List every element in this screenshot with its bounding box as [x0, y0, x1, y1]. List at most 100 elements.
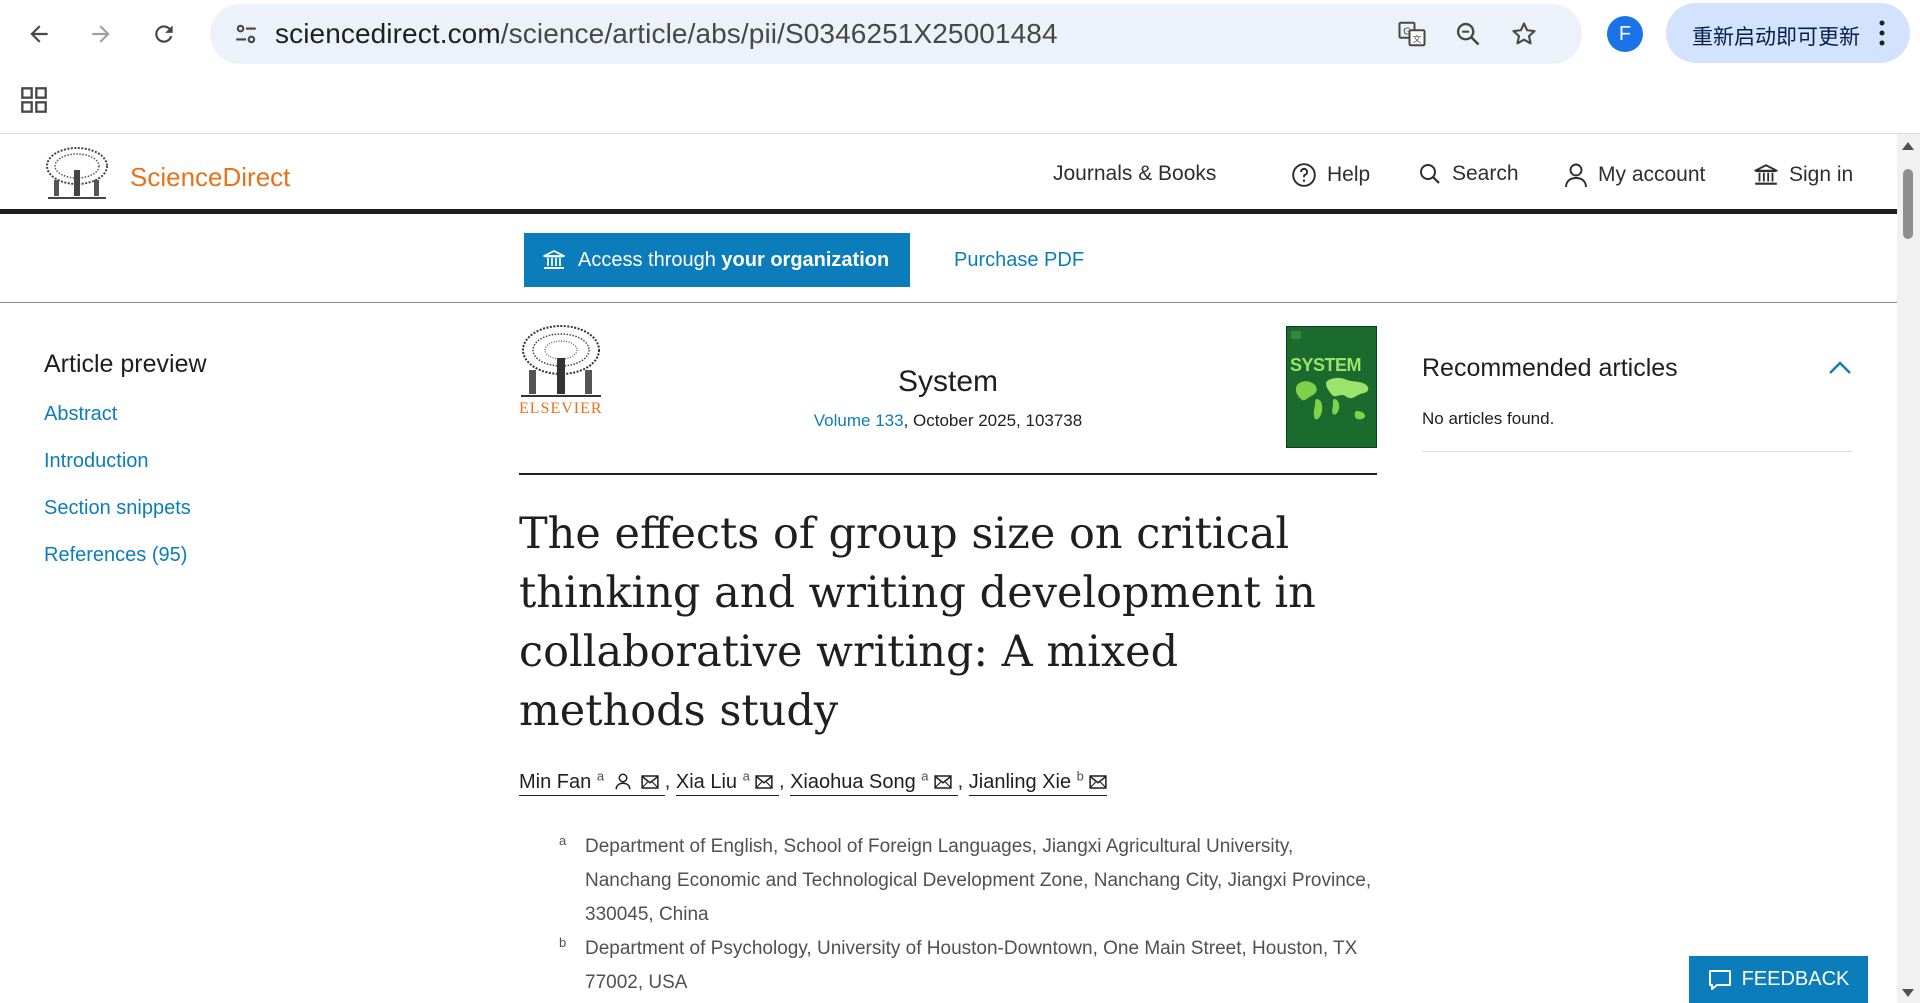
access-button-label: Access through your organization	[578, 249, 889, 272]
update-button[interactable]: 重新启动即可更新	[1666, 3, 1910, 63]
date-article-number: , October 2025, 103738	[903, 411, 1083, 430]
affiliation-list: a Department of English, School of Forei…	[559, 830, 1377, 1000]
reload-icon	[155, 25, 173, 43]
search-link[interactable]: Search	[1418, 162, 1519, 186]
author-list: Min Fan a , Xia Liu a , Xiaohua Song a ,…	[519, 768, 1108, 796]
recommended-title: Recommended articles	[1422, 354, 1678, 382]
sign-in-label: Sign in	[1789, 163, 1854, 186]
email-icon	[934, 774, 952, 789]
nav-introduction[interactable]: Introduction	[44, 450, 444, 473]
access-prefix: Access through	[578, 248, 722, 271]
author-name: Xia Liu	[675, 770, 738, 793]
profile-avatar[interactable]: F	[1607, 16, 1643, 52]
recommended-empty-message: No articles found.	[1422, 409, 1555, 428]
affiliation-text: Department of Psychology, University of …	[585, 938, 1358, 993]
access-bar: Access through your organization Purchas…	[0, 219, 1897, 303]
scroll-down-arrow-icon[interactable]	[1902, 989, 1914, 997]
access-bold: your organization	[721, 248, 890, 271]
apps-grid-icon[interactable]	[20, 86, 48, 114]
back-button[interactable]	[17, 12, 61, 56]
translate-icon: G 文	[1398, 21, 1426, 47]
scrollbar-thumb[interactable]	[1903, 169, 1913, 239]
affiliation-marker: a	[559, 833, 567, 848]
chevron-up-icon[interactable]	[1828, 360, 1852, 376]
bookmark-button[interactable]	[1506, 16, 1542, 52]
zoom-icon	[1456, 22, 1480, 46]
feedback-label: FEEDBACK	[1741, 968, 1850, 990]
author-link[interactable]: Min Fan a	[519, 768, 665, 796]
nav-abstract[interactable]: Abstract	[44, 403, 444, 426]
recommended-articles-panel: Recommended articles No articles found.	[1422, 354, 1852, 452]
journal-cover[interactable]: SYSTEM	[1286, 326, 1377, 448]
journals-books-label: Journals & Books	[1053, 162, 1217, 185]
site-info-button[interactable]	[228, 16, 264, 52]
nav-section-snippets[interactable]: Section snippets	[44, 497, 444, 520]
translate-button[interactable]: G 文	[1394, 16, 1430, 52]
url-text[interactable]: sciencedirect.com/science/article/abs/pi…	[275, 18, 1058, 50]
article-title: The effects of group size on critical th…	[519, 509, 1316, 736]
author-link[interactable]: Jianling Xie b	[968, 768, 1108, 796]
kebab-menu-icon[interactable]	[1874, 17, 1890, 49]
access-through-organization-button[interactable]: Access through your organization	[524, 233, 910, 287]
title-divider	[519, 473, 1377, 475]
search-label: Search	[1452, 162, 1519, 185]
email-icon	[755, 774, 773, 789]
author-name: Xiaohua Song	[790, 770, 916, 793]
sciencedirect-logo[interactable]: ScienceDirect	[130, 162, 290, 193]
institution-icon	[543, 250, 565, 269]
affiliation-text: Department of English, School of Foreign…	[585, 836, 1372, 925]
url-host: sciencedirect.com	[275, 18, 501, 49]
scroll-up-arrow-icon[interactable]	[1902, 142, 1914, 150]
reload-button[interactable]	[142, 12, 186, 56]
author-separator: ,	[778, 770, 791, 793]
journals-books-link[interactable]: Journals & Books	[1053, 162, 1216, 186]
article-preview-nav: Article preview Abstract Introduction Se…	[44, 350, 444, 591]
affiliation-item: b Department of Psychology, University o…	[559, 932, 1377, 1000]
author-name: Min Fan	[519, 770, 592, 793]
elsevier-tree-logo-icon[interactable]	[44, 146, 110, 202]
journal-title[interactable]: System	[519, 365, 1377, 399]
recommended-divider	[1422, 451, 1852, 452]
affiliation-marker: a	[742, 768, 750, 783]
purchase-pdf-link[interactable]: Purchase PDF	[954, 249, 1084, 272]
help-link[interactable]: Help	[1291, 162, 1370, 188]
zoom-button[interactable]	[1450, 16, 1486, 52]
chat-bubble-icon	[1708, 969, 1731, 990]
bookmark-star-icon	[1512, 22, 1536, 45]
email-icon	[641, 774, 659, 789]
site-header: ScienceDirect Journals & Books Help Sear…	[0, 134, 1897, 214]
forward-arrow-icon	[92, 25, 110, 43]
affiliation-marker: b	[559, 935, 567, 950]
update-label: 重新启动即可更新	[1692, 26, 1860, 49]
journal-meta: Volume 133, October 2025, 103738	[519, 411, 1377, 431]
search-icon	[1420, 164, 1440, 184]
forward-button[interactable]	[79, 12, 123, 56]
author-link[interactable]: Xia Liu a	[675, 768, 779, 796]
article-preview-heading: Article preview	[44, 350, 207, 378]
page-scrollbar[interactable]	[1897, 134, 1920, 1003]
affiliation-marker: b	[1076, 768, 1084, 783]
institution-icon	[1754, 164, 1778, 185]
browser-toolbar: sciencedirect.com/science/article/abs/pi…	[0, 0, 1920, 134]
url-path: /science/article/abs/pii/S0346251X250014…	[500, 18, 1058, 49]
feedback-button[interactable]: FEEDBACK	[1689, 956, 1868, 1003]
cover-title: SYSTEM	[1290, 355, 1362, 375]
author-name: Jianling Xie	[968, 770, 1072, 793]
email-icon	[1089, 774, 1108, 789]
author-separator: ,	[957, 770, 969, 793]
corresponding-author-icon	[615, 773, 631, 789]
site-info-icon	[236, 24, 256, 44]
affiliation-item: a Department of English, School of Forei…	[559, 830, 1377, 932]
my-account-link[interactable]: My account	[1564, 162, 1705, 188]
my-account-label: My account	[1598, 163, 1706, 186]
back-arrow-icon	[30, 25, 48, 43]
nav-references[interactable]: References (95)	[44, 544, 444, 567]
address-bar[interactable]: sciencedirect.com/science/article/abs/pi…	[210, 4, 1582, 64]
author-link[interactable]: Xiaohua Song a	[790, 768, 958, 796]
author-separator: ,	[664, 770, 676, 793]
svg-text:文: 文	[1413, 33, 1422, 45]
affiliation-marker: a	[921, 768, 929, 783]
volume-link[interactable]: Volume 133	[814, 411, 904, 430]
sign-in-link[interactable]: Sign in	[1753, 162, 1853, 188]
affiliation-marker: a	[596, 768, 605, 783]
